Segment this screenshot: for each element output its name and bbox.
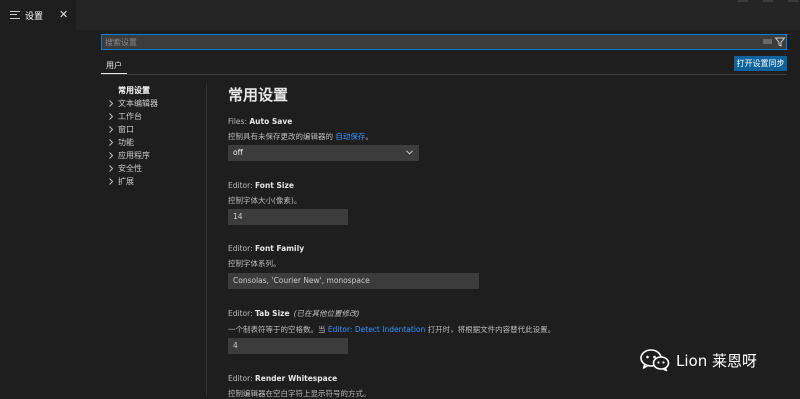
setting-font-family: Editor: Font Family 控制字体系列。 Consolas, 'C… xyxy=(228,244,788,289)
setting-title: Editor: Tab Size (已在其他位置修改) xyxy=(228,309,360,318)
toc-divider xyxy=(206,84,207,396)
window-control-mark xyxy=(738,0,748,2)
setting-title: Editor: Font Family xyxy=(228,244,305,253)
modified-elsewhere-note[interactable]: (已在其他位置修改) xyxy=(294,309,360,318)
setting-font-size: Editor: Font Size 控制字体大小(像素)。 14 xyxy=(228,181,788,225)
toc-item-label: 安全性 xyxy=(118,164,142,173)
toc-item-application[interactable]: 应用程序 xyxy=(104,149,200,162)
toc-item-commonly-used[interactable]: 常用设置 xyxy=(104,84,200,97)
toc-item-label: 应用程序 xyxy=(118,151,150,160)
font-family-input[interactable]: Consolas, 'Courier New', monospace xyxy=(228,273,479,289)
settings-toc: 常用设置 文本编辑器 工作台 窗口 功能 应用程序 安全性 扩展 xyxy=(104,84,200,188)
chevron-right-icon xyxy=(104,126,118,133)
window-controls xyxy=(738,0,798,3)
chevron-right-icon xyxy=(104,139,118,146)
chevron-right-icon xyxy=(104,152,118,159)
settings-search-box xyxy=(101,34,787,50)
detect-indentation-link[interactable]: Editor: Detect Indentation xyxy=(328,325,425,334)
tab-user[interactable]: 用户 xyxy=(101,58,127,74)
window-control-mark xyxy=(763,0,773,2)
scope-divider xyxy=(101,74,787,75)
toc-item-extensions[interactable]: 扩展 xyxy=(104,175,200,188)
toc-item-text-editor[interactable]: 文本编辑器 xyxy=(104,97,200,110)
chevron-down-icon xyxy=(406,150,413,155)
watermark-text: Lion 莱恩呀 xyxy=(676,351,757,370)
chevron-right-icon xyxy=(104,100,118,107)
chevron-right-icon xyxy=(104,165,118,172)
chevron-right-icon xyxy=(104,178,118,185)
setting-description: 控制编辑器在空白字符上显示符号的方式。 xyxy=(228,389,371,398)
watermark: Lion 莱恩呀 xyxy=(640,344,757,376)
settings-sync-button[interactable]: 打开设置同步 xyxy=(734,56,787,71)
toc-item-workbench[interactable]: 工作台 xyxy=(104,110,200,123)
editor-tab-bar: 设置 ✕ xyxy=(0,0,800,30)
setting-render-whitespace: Editor: Render Whitespace 控制编辑器在空白字符上显示符… xyxy=(228,374,788,399)
search-input[interactable] xyxy=(105,35,745,49)
tab-size-input[interactable]: 4 xyxy=(228,338,348,354)
filter-icon[interactable] xyxy=(774,36,786,48)
setting-auto-save: Files: Auto Save 控制具有未保存更改的编辑器的 自动保存。 of… xyxy=(228,117,788,161)
auto-save-link[interactable]: 自动保存 xyxy=(335,132,365,141)
toc-item-features[interactable]: 功能 xyxy=(104,136,200,149)
setting-title: Editor: Font Size xyxy=(228,181,294,190)
close-icon[interactable]: ✕ xyxy=(59,9,68,20)
toc-item-label: 功能 xyxy=(118,138,134,147)
chevron-right-icon xyxy=(104,113,118,120)
clear-filter-icon[interactable] xyxy=(763,39,772,44)
settings-tab[interactable]: 设置 ✕ xyxy=(0,0,76,30)
toc-item-label: 常用设置 xyxy=(118,86,150,95)
settings-list-icon xyxy=(10,10,20,20)
toc-item-window[interactable]: 窗口 xyxy=(104,123,200,136)
setting-description: 控制具有未保存更改的编辑器的 自动保存。 xyxy=(228,132,373,141)
settings-tab-label: 设置 xyxy=(25,11,44,22)
toc-item-security[interactable]: 安全性 xyxy=(104,162,200,175)
section-title: 常用设置 xyxy=(228,86,289,104)
setting-description: 控制字体大小(像素)。 xyxy=(228,196,302,205)
window-control-mark xyxy=(788,0,798,2)
toc-item-label: 窗口 xyxy=(118,125,134,134)
setting-title: Files: Auto Save xyxy=(228,117,293,126)
toc-item-label: 工作台 xyxy=(118,112,142,121)
toc-item-label: 扩展 xyxy=(118,177,134,186)
wechat-icon xyxy=(640,349,670,372)
setting-description: 一个制表符等于的空格数。当 Editor: Detect Indentation… xyxy=(228,325,556,334)
font-size-input[interactable]: 14 xyxy=(228,209,348,225)
toc-item-label: 文本编辑器 xyxy=(118,99,158,108)
setting-tab-size: Editor: Tab Size (已在其他位置修改) 一个制表符等于的空格数。当… xyxy=(228,308,788,354)
auto-save-select[interactable]: off xyxy=(228,145,419,161)
setting-description: 控制字体系列。 xyxy=(228,259,281,268)
